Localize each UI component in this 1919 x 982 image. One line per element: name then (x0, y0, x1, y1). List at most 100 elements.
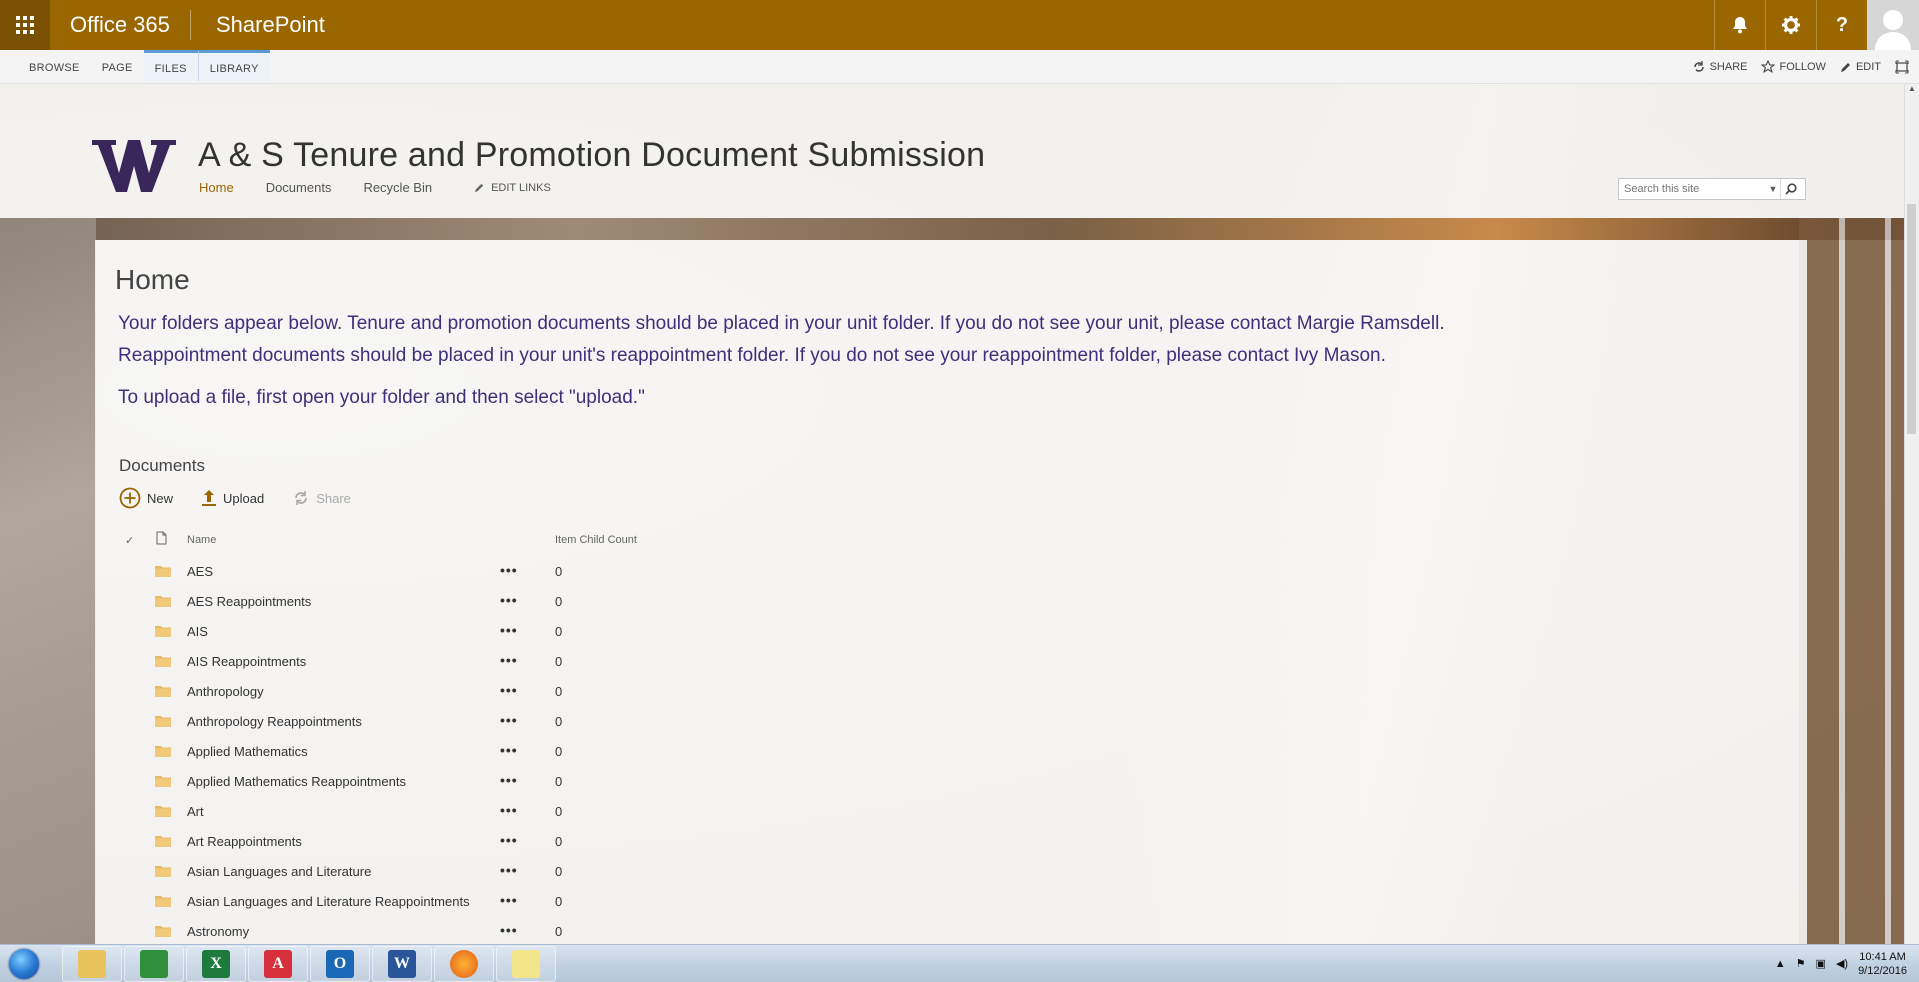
suite-bar: Office 365 SharePoint ? (0, 0, 1919, 50)
notifications-button[interactable] (1714, 0, 1765, 50)
count-column-header[interactable]: Item Child Count (555, 534, 637, 546)
list-item[interactable]: Art ••• 0 (119, 796, 719, 826)
list-item[interactable]: Asian Languages and Literature Reappoint… (119, 886, 719, 916)
item-menu-button[interactable]: ••• (500, 682, 518, 698)
help-icon: ? (1835, 13, 1849, 36)
folder-name-link[interactable]: AIS Reappointments (187, 654, 306, 669)
search-scope-dropdown[interactable]: ▼ (1766, 184, 1780, 194)
volume-icon[interactable]: ◀) (1836, 957, 1848, 970)
list-item[interactable]: Applied Mathematics ••• 0 (119, 736, 719, 766)
scroll-up-arrow[interactable]: ▲ (1905, 84, 1919, 98)
item-menu-button[interactable]: ••• (500, 742, 518, 758)
item-menu-button[interactable]: ••• (500, 772, 518, 788)
clock[interactable]: 10:41 AM 9/12/2016 (1858, 950, 1907, 978)
sticky-notes-taskbar-button[interactable] (496, 946, 556, 982)
outlook-taskbar-button[interactable]: O (310, 946, 370, 982)
list-item[interactable]: AES Reappointments ••• 0 (119, 586, 719, 616)
item-menu-button[interactable]: ••• (500, 802, 518, 818)
app-launcher-button[interactable] (0, 0, 50, 50)
w-logo-icon (92, 140, 176, 192)
word-taskbar-button[interactable]: W (372, 946, 432, 982)
vertical-scrollbar[interactable]: ▲ (1904, 84, 1919, 944)
folder-name-link[interactable]: Applied Mathematics Reappointments (187, 774, 406, 789)
office365-link[interactable]: Office 365 (70, 0, 170, 50)
folder-name-link[interactable]: Asian Languages and Literature Reappoint… (187, 894, 470, 909)
item-child-count: 0 (555, 744, 563, 759)
documents-list: AES ••• 0 AES Reappointments ••• 0 AIS ••• 0 AIS … (119, 556, 719, 946)
intro-line-1: Your folders appear below. Tenure and pr… (118, 313, 1445, 334)
folder-name-link[interactable]: Art (187, 804, 204, 819)
list-item[interactable]: Art Reappointments ••• 0 (119, 826, 719, 856)
list-item[interactable]: Anthropology ••• 0 (119, 676, 719, 706)
help-button[interactable]: ? (1816, 0, 1867, 50)
folder-name-link[interactable]: AIS (187, 624, 208, 639)
item-menu-button[interactable]: ••• (500, 592, 518, 608)
item-menu-button[interactable]: ••• (500, 712, 518, 728)
tab-page[interactable]: PAGE (91, 50, 144, 83)
folder-name-link[interactable]: Art Reappointments (187, 834, 302, 849)
folder-name-link[interactable]: Asian Languages and Literature (187, 864, 371, 879)
suite-divider (190, 10, 191, 40)
upload-button[interactable]: Upload (201, 489, 264, 507)
remote-desktop-taskbar-button[interactable] (124, 946, 184, 982)
show-hidden-icons-button[interactable]: ▲ (1775, 958, 1786, 970)
folder-name-link[interactable]: Astronomy (187, 924, 249, 939)
list-item[interactable]: AIS ••• 0 (119, 616, 719, 646)
tab-files[interactable]: FILES (143, 50, 198, 81)
item-menu-button[interactable]: ••• (500, 862, 518, 878)
focus-content-button[interactable] (1895, 60, 1909, 74)
explorer-icon (78, 950, 106, 978)
file-type-header-icon[interactable] (156, 531, 167, 548)
action-center-flag-icon[interactable]: ⚑ (1796, 957, 1806, 970)
nav-recycle-bin[interactable]: Recycle Bin (363, 180, 432, 195)
sharepoint-link[interactable]: SharePoint (216, 0, 325, 50)
explorer-taskbar-button[interactable] (62, 946, 122, 982)
avatar[interactable] (1867, 0, 1919, 50)
edit-links-button[interactable]: EDIT LINKS (474, 180, 551, 195)
item-menu-button[interactable]: ••• (500, 892, 518, 908)
item-child-count: 0 (555, 834, 563, 849)
share-button[interactable]: SHARE (1692, 60, 1747, 74)
folder-name-link[interactable]: AES (187, 564, 213, 579)
list-item[interactable]: AES ••• 0 (119, 556, 719, 586)
search-input[interactable] (1619, 182, 1766, 196)
item-menu-button[interactable]: ••• (500, 922, 518, 938)
folder-icon (155, 774, 171, 790)
name-column-header[interactable]: Name (187, 534, 216, 546)
scroll-thumb[interactable] (1907, 204, 1916, 434)
settings-button[interactable] (1765, 0, 1816, 50)
tab-library[interactable]: LIBRARY (197, 50, 270, 81)
folder-name-link[interactable]: Anthropology (187, 684, 264, 699)
list-item[interactable]: Anthropology Reappointments ••• 0 (119, 706, 719, 736)
select-all-checkmark[interactable]: ✓ (125, 534, 134, 547)
item-menu-button[interactable]: ••• (500, 652, 518, 668)
item-menu-button[interactable]: ••• (500, 562, 518, 578)
new-button[interactable]: New (119, 487, 173, 509)
excel-taskbar-button[interactable]: X (186, 946, 246, 982)
star-icon (1761, 59, 1776, 73)
nav-documents[interactable]: Documents (266, 180, 332, 195)
folder-name-link[interactable]: Anthropology Reappointments (187, 714, 362, 729)
folder-name-link[interactable]: AES Reappointments (187, 594, 311, 609)
firefox-taskbar-button[interactable] (434, 946, 494, 982)
folder-icon (155, 624, 171, 640)
network-icon[interactable]: ▣ (1816, 957, 1826, 970)
documents-web-part-title[interactable]: Documents (119, 456, 205, 476)
item-menu-button[interactable]: ••• (500, 622, 518, 638)
acrobat-taskbar-button[interactable]: A (248, 946, 308, 982)
list-item[interactable]: Asian Languages and Literature ••• 0 (119, 856, 719, 886)
start-button[interactable] (4, 947, 44, 981)
pencil-icon (1840, 62, 1850, 72)
share-doc-button[interactable]: Share (292, 489, 351, 507)
list-item[interactable]: Applied Mathematics Reappointments ••• 0 (119, 766, 719, 796)
edit-button[interactable]: EDIT (1840, 61, 1881, 73)
uw-logo[interactable] (92, 136, 176, 199)
list-item[interactable]: AIS Reappointments ••• 0 (119, 646, 719, 676)
folder-name-link[interactable]: Applied Mathematics (187, 744, 308, 759)
nav-home[interactable]: Home (199, 180, 234, 195)
follow-button[interactable]: FOLLOW (1761, 59, 1826, 74)
item-menu-button[interactable]: ••• (500, 832, 518, 848)
list-item[interactable]: Astronomy ••• 0 (119, 916, 719, 946)
search-button[interactable] (1780, 179, 1801, 199)
tab-browse[interactable]: BROWSE (18, 50, 91, 83)
